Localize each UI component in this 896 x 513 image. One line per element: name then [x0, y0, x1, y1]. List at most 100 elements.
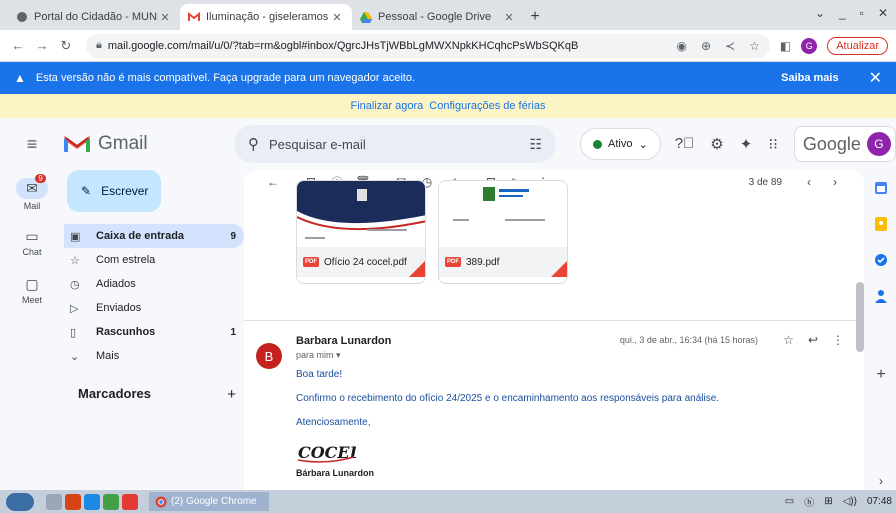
tab-google-drive[interactable]: Pessoal - Google Drive ✕ — [352, 4, 524, 30]
contacts-icon[interactable] — [866, 278, 896, 314]
app-launcher-icon[interactable] — [65, 493, 81, 510]
google-wordmark: Google — [802, 133, 861, 154]
volume-icon[interactable]: ◁)) — [843, 496, 857, 507]
tab-gmail[interactable]: Iluminação - giseleramos ✕ — [180, 4, 352, 30]
google-account-box[interactable]: Google G — [793, 126, 896, 162]
search-placeholder: Pesquisar e-mail — [269, 136, 366, 152]
calendar-icon[interactable] — [866, 170, 896, 206]
profile-avatar[interactable]: G — [801, 37, 818, 54]
taskbar-chrome-window[interactable]: (2) Google Chrome — [149, 492, 269, 511]
search-icon[interactable]: ⚲ — [248, 135, 259, 153]
clock-text: 07:48 — [866, 496, 892, 507]
app-launcher-icon[interactable] — [103, 493, 119, 510]
sender-name[interactable]: Barbara Lunardon — [296, 335, 864, 347]
share-icon[interactable]: ≺ — [725, 39, 735, 53]
search-input[interactable]: ⚲ Pesquisar e-mail ☷ — [234, 125, 556, 163]
restore-icon[interactable]: ▫ — [860, 6, 864, 20]
close-icon[interactable]: ✕ — [869, 68, 882, 88]
recipient-dropdown[interactable]: para mim ▾ — [296, 350, 864, 361]
compose-button[interactable]: ✎ Escrever — [67, 170, 161, 212]
url-text: mail.google.com/mail/u/0/?tab=rm&ogbl#in… — [107, 39, 579, 52]
hp-icon[interactable]: ⓗ — [804, 494, 814, 509]
start-menu-icon[interactable] — [6, 492, 34, 511]
drive-favicon-icon — [360, 11, 372, 23]
file-manager-icon[interactable] — [46, 493, 62, 510]
settings-gear-icon[interactable]: ⚙ — [710, 135, 723, 153]
sidebar-item-more[interactable]: ⌄ Mais — [64, 344, 244, 368]
send-icon: ▷ — [70, 302, 79, 315]
add-label-icon[interactable]: + — [227, 386, 236, 403]
status-dropdown[interactable]: Ativo ⌄ — [580, 128, 661, 160]
close-tab-icon[interactable]: ✕ — [158, 11, 172, 24]
close-tab-icon[interactable]: ✕ — [502, 11, 516, 24]
gmail-header: ≡ Gmail ⚲ Pesquisar e-mail ☷ Ativo ⌄ ?⃝ … — [0, 118, 896, 170]
gmail-logo[interactable]: Gmail — [64, 133, 234, 155]
reply-icon[interactable]: ↩ — [808, 333, 818, 347]
email-message: B Barbara Lunardon para mim ▾ qui., 3 de… — [244, 321, 864, 478]
learn-more-link[interactable]: Saiba mais — [781, 72, 838, 84]
pdf-thumbnail — [439, 181, 567, 247]
main-menu-icon[interactable]: ≡ — [0, 134, 64, 155]
address-bar: ← → ↻ 🔒︎ mail.google.com/mail/u/0/?tab=r… — [0, 30, 896, 62]
message-more-icon[interactable]: ⋮ — [832, 333, 844, 347]
gmail-m-icon — [64, 136, 90, 152]
rail-chat[interactable]: ▭ Chat — [0, 218, 64, 266]
newer-chevron-icon[interactable]: ‹ — [796, 175, 822, 189]
sidebar-item-starred[interactable]: ☆ Com estrela — [64, 248, 244, 272]
sidebar-item-inbox[interactable]: ▣ Caixa de entrada 9 — [64, 224, 244, 248]
rail-mail-label: Mail — [23, 200, 41, 211]
star-message-icon[interactable]: ☆ — [783, 333, 794, 347]
search-options-icon[interactable]: ☷ — [529, 136, 542, 153]
app-launcher-icon[interactable] — [84, 493, 100, 510]
reload-icon[interactable]: ↻ — [56, 38, 76, 54]
sidepanel-icon[interactable]: ◧ — [780, 39, 791, 53]
sidebar-item-drafts[interactable]: ▯ Rascunhos 1 — [64, 320, 244, 344]
tab-portal-cidadao[interactable]: Portal do Cidadão - MUNI ✕ — [8, 4, 180, 30]
warning-icon: ▲ — [14, 71, 26, 85]
new-tab-button[interactable]: + — [524, 4, 546, 30]
sender-avatar[interactable]: B — [256, 343, 282, 369]
pdf-corner-icon — [409, 261, 425, 277]
pdf-corner-icon — [551, 261, 567, 277]
back-to-inbox-icon[interactable]: ← — [260, 175, 286, 189]
lock-icon[interactable]: 🔒︎ — [96, 39, 102, 52]
eye-icon[interactable]: ◉ — [676, 39, 686, 53]
app-launcher-icon[interactable] — [122, 493, 138, 510]
gemini-sparkle-icon[interactable]: ✦ — [740, 135, 753, 153]
scrollbar-thumb[interactable] — [856, 282, 864, 352]
add-addon-icon[interactable]: + — [866, 360, 896, 390]
update-button[interactable]: Atualizar — [827, 36, 888, 55]
sidebar-item-snoozed[interactable]: ◷ Adiados — [64, 272, 244, 296]
help-icon[interactable]: ?⃝ — [675, 135, 695, 153]
apps-grid-icon[interactable]: ⁝⁝ — [768, 135, 778, 153]
forward-icon[interactable]: → — [32, 38, 52, 53]
tray-apps-icon[interactable]: ▭ — [785, 496, 794, 507]
minimize-icon[interactable]: _ — [839, 6, 846, 20]
star-icon: ☆ — [70, 254, 80, 267]
tasks-icon[interactable] — [866, 242, 896, 278]
rail-meet[interactable]: ▢ Meet — [0, 266, 64, 314]
account-avatar[interactable]: G — [866, 132, 891, 156]
keep-icon[interactable] — [866, 206, 896, 242]
close-window-icon[interactable]: ✕ — [878, 6, 888, 20]
network-icon[interactable]: ⊞ — [824, 496, 832, 507]
attachment-card[interactable]: PDF Ofício 24 cocel.pdf — [296, 180, 426, 284]
older-chevron-icon[interactable]: › — [822, 175, 848, 189]
expand-panel-chevron-icon[interactable]: › — [866, 474, 896, 488]
zoom-icon[interactable]: ⊕ — [701, 39, 711, 53]
tab-search-icon[interactable]: ⌄ — [815, 6, 825, 20]
back-icon[interactable]: ← — [8, 38, 28, 53]
finish-now-link[interactable]: Finalizar agora — [351, 100, 424, 112]
rail-mail[interactable]: ✉ 9 Mail — [0, 170, 64, 218]
tab-title: Pessoal - Google Drive — [378, 11, 492, 23]
sidebar-item-sent[interactable]: ▷ Enviados — [64, 296, 244, 320]
url-input[interactable]: 🔒︎ mail.google.com/mail/u/0/?tab=rm&ogbl… — [86, 33, 770, 58]
pagination-text: 3 de 89 — [748, 176, 782, 188]
tab-title: Portal do Cidadão - MUNI — [34, 11, 158, 23]
folder-list: ▣ Caixa de entrada 9 ☆ Com estrela ◷ Adi… — [64, 224, 244, 368]
inbox-count: 9 — [230, 230, 236, 242]
attachment-card[interactable]: PDF 389.pdf — [438, 180, 568, 284]
close-tab-icon[interactable]: ✕ — [330, 11, 344, 24]
vacation-settings-link[interactable]: Configurações de férias — [429, 100, 545, 112]
bookmark-star-icon[interactable]: ☆ — [749, 39, 760, 53]
